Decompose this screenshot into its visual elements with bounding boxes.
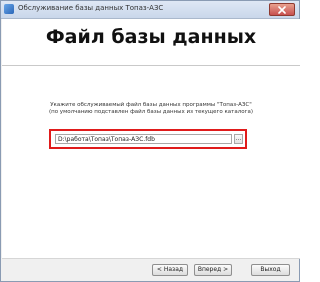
description-line-2: (по умолчанию подставлен файл базы данны… bbox=[48, 109, 254, 115]
window-title: Обслуживание базы данных Топаз-АЗС bbox=[18, 4, 164, 12]
title-bar[interactable]: Обслуживание базы данных Топаз-АЗС bbox=[1, 1, 299, 19]
path-highlight-box: ... bbox=[49, 129, 247, 149]
next-button[interactable]: Вперед > bbox=[194, 264, 232, 276]
wizard-content: Укажите обслуживаемый файл базы данных п… bbox=[2, 66, 300, 258]
exit-button[interactable]: Выход bbox=[251, 264, 290, 276]
close-icon bbox=[278, 6, 286, 14]
footer-separator bbox=[2, 258, 300, 259]
database-path-input[interactable] bbox=[55, 134, 232, 144]
app-window: Обслуживание базы данных Топаз-АЗС Файл … bbox=[0, 0, 300, 282]
wizard-header: Файл базы данных bbox=[2, 19, 300, 66]
browse-button[interactable]: ... bbox=[234, 134, 243, 144]
description-line-1: Укажите обслуживаемый файл базы данных п… bbox=[50, 102, 252, 108]
page-title: Файл базы данных bbox=[45, 26, 257, 48]
app-icon bbox=[4, 4, 14, 14]
close-button[interactable] bbox=[269, 3, 295, 16]
back-button[interactable]: < Назад bbox=[152, 264, 188, 276]
